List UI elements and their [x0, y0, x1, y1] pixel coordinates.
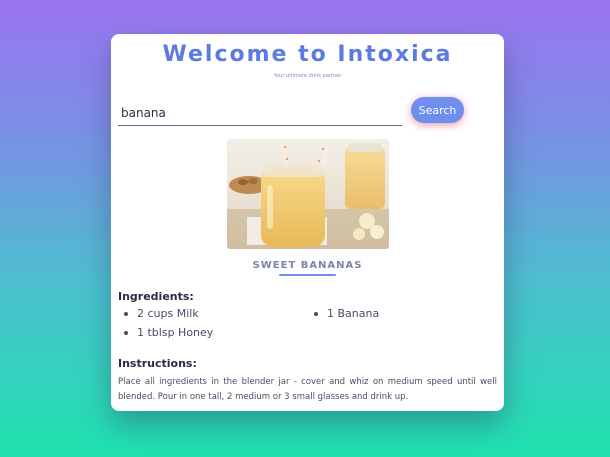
ingredient-item: 2 cups Milk — [118, 307, 308, 320]
instructions-text: Place all ingredients in the blender jar… — [118, 377, 497, 402]
drink-name-underline — [279, 274, 336, 276]
ingredients-list: 2 cups Milk 1 Banana 1 tblsp Honey — [118, 307, 498, 339]
drink-name: SWEET BANANAS — [252, 260, 363, 271]
search-button[interactable]: Search — [411, 97, 464, 123]
search-input[interactable] — [118, 100, 402, 126]
ingredients-heading: Ingredients: — [118, 290, 194, 303]
ingredient-item: 1 tblsp Honey — [118, 326, 308, 339]
instructions-heading: Instructions: — [118, 357, 197, 370]
page-subtitle: Your ultimate drink partner — [273, 73, 342, 79]
drink-card: Welcome to Intoxica Your ultimate drink … — [111, 34, 504, 411]
ingredient-item: 1 Banana — [308, 307, 498, 320]
page-title: Welcome to Intoxica — [162, 42, 453, 67]
drink-image — [227, 139, 389, 249]
